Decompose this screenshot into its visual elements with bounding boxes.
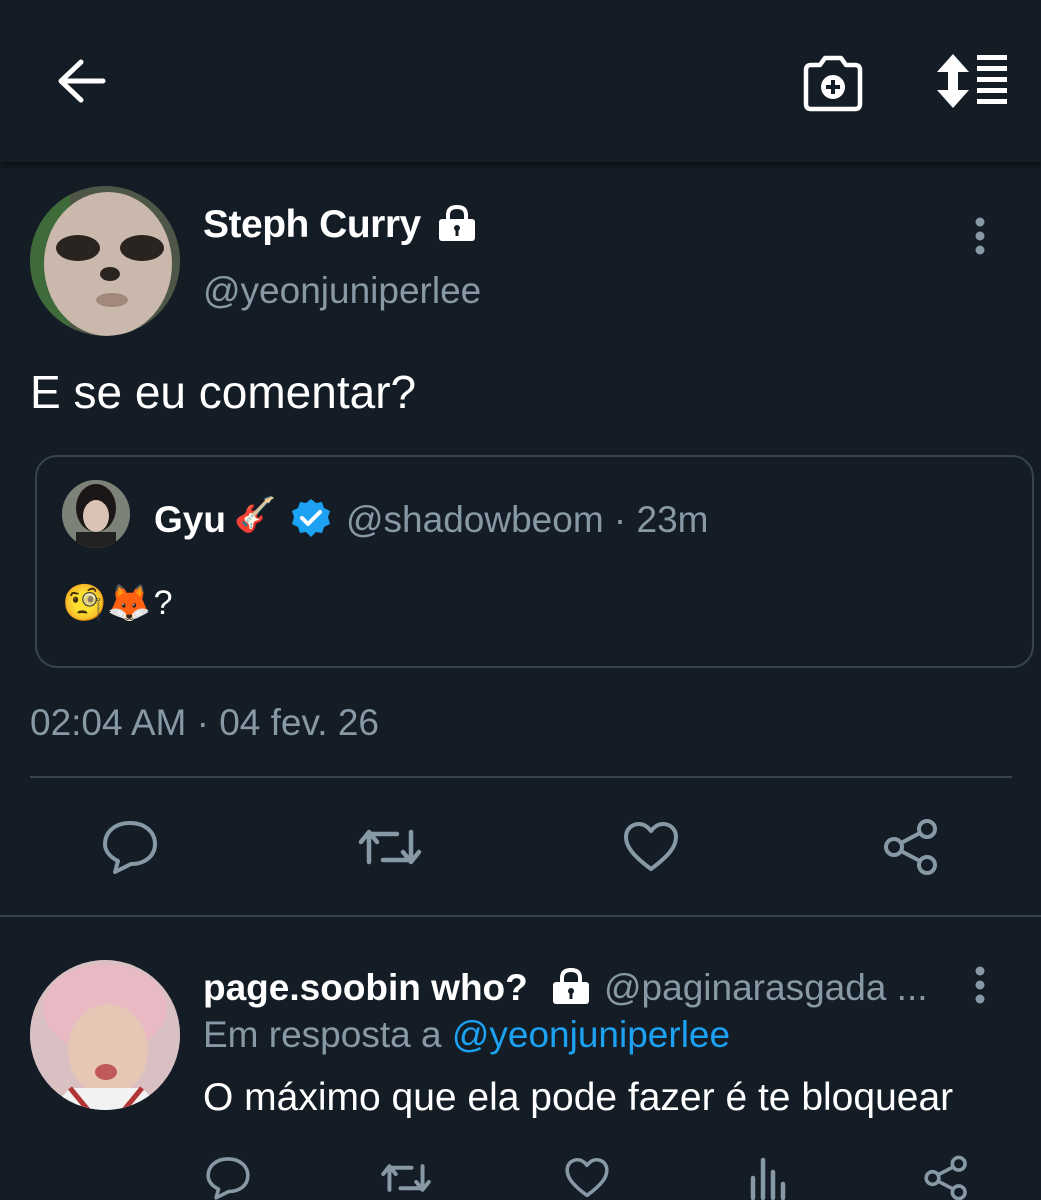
comment-icon [103, 821, 157, 874]
reply-avatar[interactable] [30, 960, 180, 1110]
quote-text-suffix: ? [153, 583, 173, 622]
quote-text: 🧐🦊 ? [62, 582, 173, 624]
reply-retweet-button[interactable] [380, 1152, 432, 1200]
reply-more-options-button[interactable] [965, 963, 995, 1007]
quote-avatar-image [62, 480, 130, 548]
reply-prefix: Em resposta a [203, 1014, 442, 1055]
reply-button[interactable] [95, 812, 165, 882]
arrow-left-icon [58, 59, 106, 103]
heart-icon [565, 1157, 609, 1198]
analytics-icon [750, 1157, 786, 1200]
lock-icon [551, 966, 591, 1011]
author-handle[interactable]: @yeonjuniperlee [203, 270, 481, 312]
reply-context: Em resposta a @yeonjuniperlee [203, 1014, 730, 1056]
reply-share-button[interactable] [920, 1152, 972, 1200]
reply-to-handle[interactable]: @yeonjuniperlee [452, 1014, 730, 1055]
more-vertical-icon [975, 217, 985, 255]
reply-author-handle[interactable]: @paginarasgada ... [604, 967, 928, 1009]
share-icon [884, 819, 937, 875]
reply-text: O máximo que ela pode fazer é te bloquea… [203, 1076, 954, 1119]
reply-analytics-button[interactable] [741, 1152, 793, 1200]
author-name[interactable]: Steph Curry [203, 203, 421, 247]
quote-author-name[interactable]: Gyu [154, 499, 226, 541]
like-button[interactable] [616, 812, 686, 882]
quote-emojis: 🧐🦊 [62, 582, 152, 623]
top-bar [0, 0, 1041, 162]
guitar-emoji: 🎸 [234, 496, 277, 534]
retweet-button[interactable] [355, 812, 425, 882]
share-button[interactable] [876, 812, 946, 882]
avatar[interactable] [30, 186, 180, 336]
back-button[interactable] [50, 50, 112, 112]
retweet-icon [358, 829, 422, 865]
tweet-timestamp: 02:04 AM · 04 fev. 26 [30, 702, 379, 743]
reply-author-name[interactable]: page.soobin who? [203, 967, 528, 1009]
reply-reply-button[interactable] [202, 1152, 254, 1200]
verified-badge-icon [290, 497, 332, 544]
retweet-icon [381, 1164, 431, 1192]
quote-meta: @shadowbeom · 23m [346, 499, 709, 540]
avatar-image [30, 186, 180, 336]
camera-button[interactable] [800, 52, 866, 114]
divider [0, 915, 1041, 917]
share-icon [924, 1155, 967, 1200]
tweet-text: E se eu comentar? [30, 366, 417, 418]
sort-button[interactable] [932, 50, 1010, 112]
more-vertical-icon [975, 966, 985, 1004]
quoted-tweet[interactable] [35, 455, 1034, 668]
lock-icon [437, 203, 477, 248]
heart-icon [624, 822, 678, 871]
camera-add-icon [803, 55, 863, 112]
more-options-button[interactable] [965, 214, 995, 258]
comment-icon [206, 1157, 250, 1200]
sort-list-icon [937, 54, 1007, 108]
reply-like-button[interactable] [561, 1152, 613, 1200]
divider [30, 776, 1012, 778]
quote-avatar[interactable] [62, 480, 130, 548]
reply-avatar-image [30, 960, 180, 1110]
